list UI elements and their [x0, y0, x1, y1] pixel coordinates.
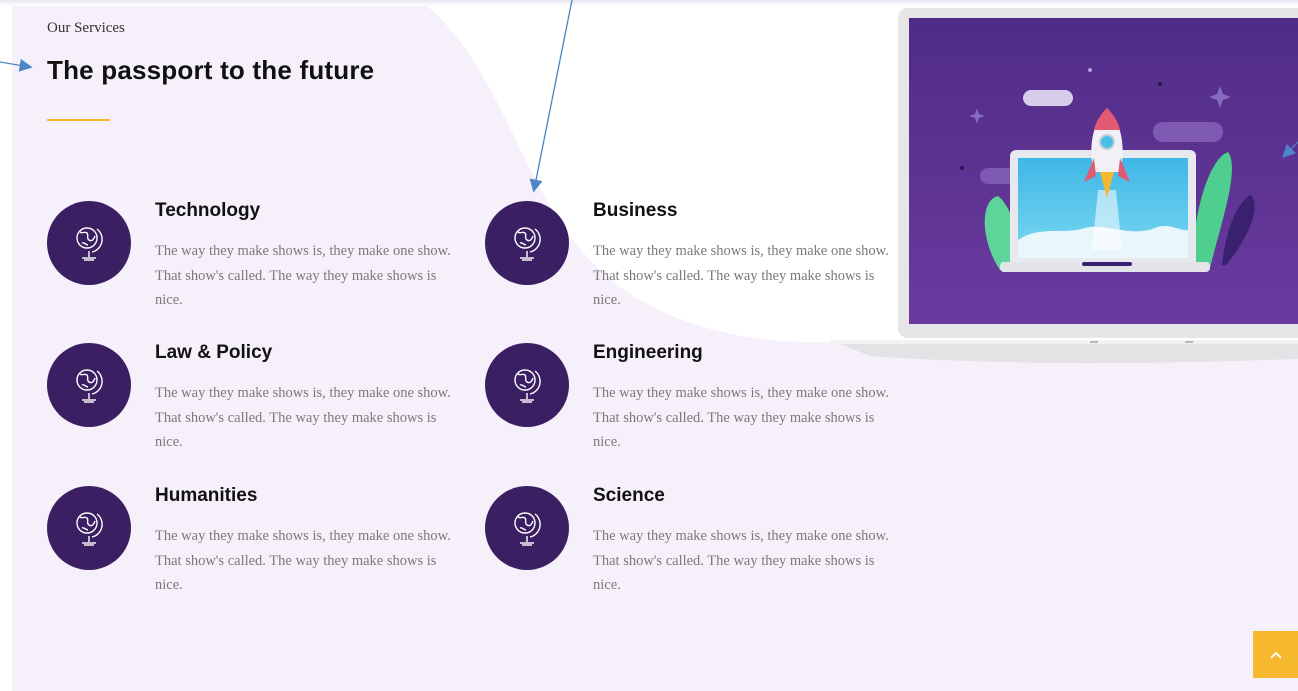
section-eyebrow: Our Services [47, 20, 125, 36]
globe-icon [76, 369, 103, 403]
service-title: Technology [155, 200, 261, 221]
service-description: The way they make shows is, they make on… [593, 385, 889, 450]
service-item-law-policy: Law & Policy The way they make shows is,… [47, 342, 467, 463]
globe-icon [514, 227, 541, 261]
service-icon-circle [485, 201, 569, 285]
service-title: Business [593, 200, 678, 221]
service-icon-circle [485, 486, 569, 570]
service-item-science: Science The way they make shows is, they… [485, 485, 905, 606]
service-description: The way they make shows is, they make on… [593, 528, 889, 593]
globe-icon [514, 369, 541, 403]
service-icon-circle [47, 201, 131, 285]
chevron-up-icon [1269, 651, 1282, 659]
service-title: Law & Policy [155, 342, 273, 363]
scroll-to-top-button[interactable] [1253, 631, 1298, 678]
services-page: Our Services The passport to the future … [0, 0, 1298, 691]
globe-icon [76, 227, 103, 261]
service-description: The way they make shows is, they make on… [155, 528, 451, 593]
service-description: The way they make shows is, they make on… [155, 385, 451, 450]
title-underline [47, 119, 110, 121]
laptop-rocket-illustration [830, 8, 1298, 364]
service-title: Engineering [593, 342, 703, 363]
service-item-technology: Technology The way they make shows is, t… [47, 200, 467, 321]
service-icon-circle [47, 486, 131, 570]
service-title: Humanities [155, 485, 258, 506]
service-title: Science [593, 485, 665, 506]
globe-icon [76, 512, 103, 546]
service-description: The way they make shows is, they make on… [155, 243, 451, 308]
section-title: The passport to the future [47, 55, 375, 85]
service-icon-circle [47, 343, 131, 427]
service-icon-circle [485, 343, 569, 427]
globe-icon [514, 512, 541, 546]
service-item-humanities: Humanities The way they make shows is, t… [47, 485, 467, 606]
